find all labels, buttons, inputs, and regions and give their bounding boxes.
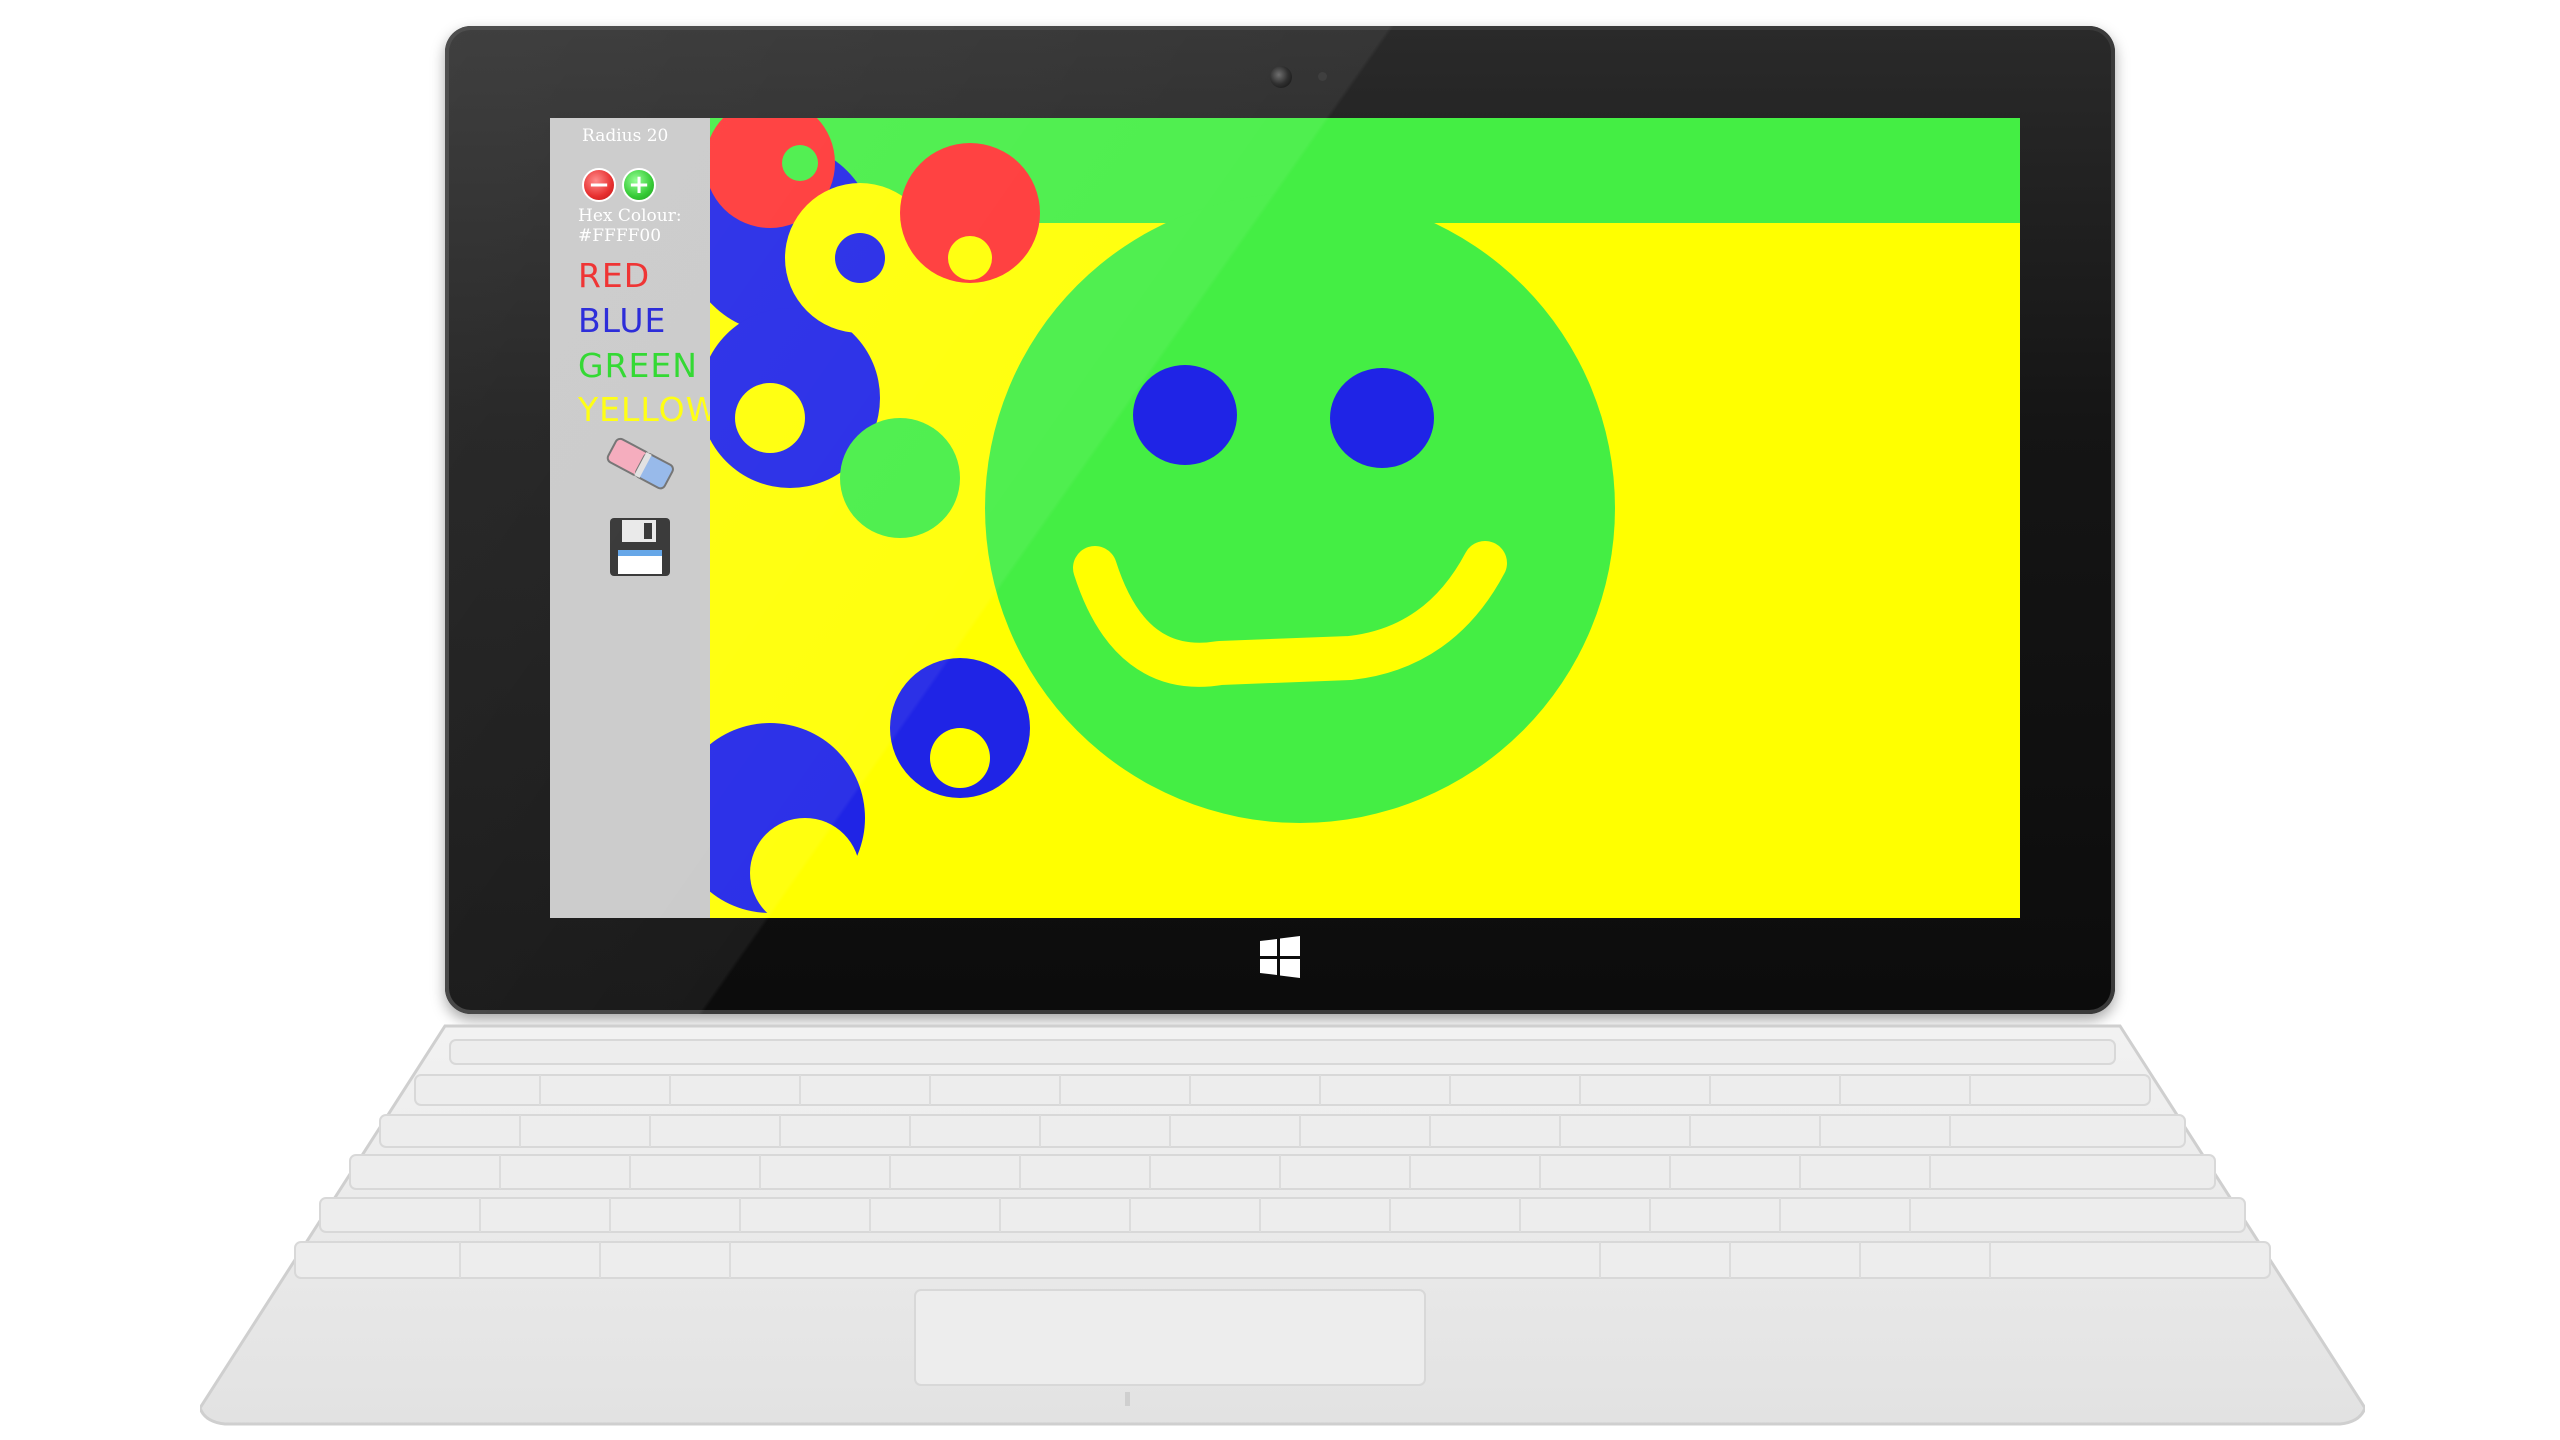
tool-sidebar: Radius 20 − + Hex Colour: #FFFF00 RED BL… [550,118,718,918]
minus-icon: − [588,170,610,200]
tablet-product-shot: Radius 20 − + Hex Colour: #FFFF00 RED BL… [0,0,2560,1440]
drawing-canvas[interactable] [710,118,2020,918]
windows-logo-icon[interactable] [1258,935,1302,979]
light-sensor [1318,72,1327,81]
paint-app-screen: Radius 20 − + Hex Colour: #FFFF00 RED BL… [550,118,2020,918]
decrease-radius-button[interactable]: − [582,168,616,202]
hex-colour-display: Hex Colour: #FFFF00 [578,206,682,246]
color-option-yellow[interactable]: YELLOW [578,390,719,429]
hex-colour-value: #FFFF00 [578,226,662,246]
color-option-green[interactable]: GREEN [578,346,698,385]
eraser-icon[interactable] [602,436,676,492]
keyboard-cover [200,1024,2365,1426]
increase-radius-button[interactable]: + [622,168,656,202]
radius-label: Radius 20 [582,126,669,146]
hex-colour-label: Hex Colour: [578,206,682,226]
floppy-disk-icon[interactable] [608,516,672,578]
color-option-red[interactable]: RED [578,256,650,295]
camera-icon [1270,66,1292,88]
color-option-blue[interactable]: BLUE [578,301,666,340]
plus-icon: + [628,170,650,200]
